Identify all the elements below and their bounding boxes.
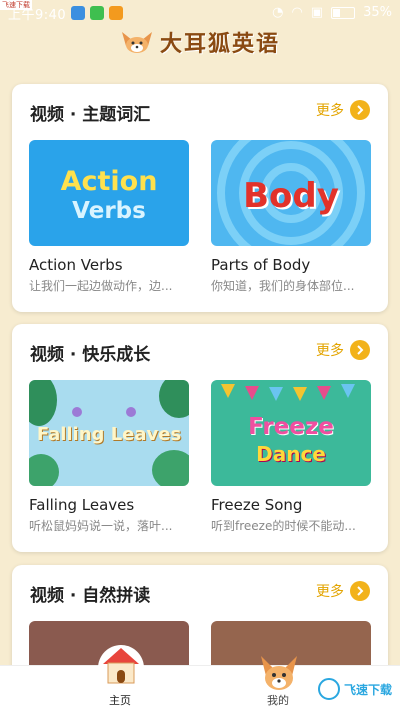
battery-percent: 35% — [363, 5, 392, 20]
nav-label: 我的 — [267, 694, 289, 707]
card-description: 听松鼠妈妈说一说，落叶... — [29, 519, 173, 533]
thumb-title-line2: Dance — [256, 442, 326, 466]
fox-icon — [261, 656, 297, 690]
card-description: 让我们一起边做动作，边... — [29, 279, 173, 293]
thumb-title-line1: Freeze — [248, 414, 334, 440]
bottom-nav: 主页 我的 飞速下载 — [0, 645, 400, 711]
chevron-right-icon — [350, 581, 370, 601]
video-card-parts-of-body[interactable]: Body Parts of Body 你知道，我们的身体部位... — [211, 140, 371, 294]
app-notification-icon-2 — [109, 6, 124, 20]
card-description: 听到freeze的时候不能动... — [211, 519, 356, 533]
wifi-icon: ◠ — [291, 5, 303, 20]
section-title: 视频 · 自然拼读 — [30, 586, 151, 606]
watermark-text: 飞速下载 — [343, 682, 392, 697]
thumb-title-line1: Action — [60, 166, 158, 197]
section-theme-vocabulary: 视频 · 主题词汇 更多 Action Verbs Action Verbs 让… — [12, 84, 388, 312]
video-card-falling-leaves[interactable]: Falling Leaves Falling Leaves 听松鼠妈妈说一说，落… — [29, 380, 189, 534]
battery-icon — [331, 6, 356, 19]
app-notification-icon — [90, 6, 105, 20]
status-right-icons: ◔ ◠ ▣ 35% — [272, 5, 392, 20]
nav-item-mine[interactable]: 我的 — [228, 656, 328, 711]
card-description: 你知道，我们的身体部位... — [211, 279, 355, 293]
video-thumbnail: Body — [211, 140, 371, 246]
thumb-title-line2: Verbs — [72, 198, 146, 224]
corner-watermark-label: 飞速下载 — [0, 0, 32, 10]
video-thumbnail: Falling Leaves — [29, 380, 189, 486]
nav-label: 主页 — [109, 694, 131, 707]
watermark-logo-icon — [317, 678, 340, 700]
chevron-right-icon — [350, 100, 370, 120]
video-thumbnail: Freeze Dance — [211, 380, 371, 486]
section-title: 视频 · 快乐成长 — [30, 345, 151, 365]
card-title: Action Verbs — [29, 256, 123, 274]
thumb-title: Body — [243, 176, 339, 216]
nav-item-home[interactable]: 主页 — [70, 645, 170, 711]
app-title: 大耳狐英语 — [159, 32, 280, 57]
more-label: 更多 — [316, 584, 344, 600]
site-watermark: 飞速下载 — [317, 678, 392, 700]
card-title: Parts of Body — [211, 256, 311, 274]
chevron-right-icon — [350, 340, 370, 360]
more-button[interactable]: 更多 — [316, 100, 370, 120]
more-button[interactable]: 更多 — [316, 581, 370, 601]
fox-logo-icon — [121, 32, 152, 53]
section-title: 视频 · 主题词汇 — [30, 105, 151, 125]
video-card-freeze-song[interactable]: Freeze Dance Freeze Song 听到freeze的时候不能动.… — [211, 380, 371, 534]
card-title: Falling Leaves — [29, 496, 135, 514]
sim-icon: ▣ — [310, 5, 324, 20]
section-happy-growth: 视频 · 快乐成长 更多 Falling Leaves Falling Leav… — [12, 324, 388, 552]
app-header: 大耳狐英语 — [0, 24, 400, 60]
more-button[interactable]: 更多 — [316, 340, 370, 360]
status-bar: 上午9:40 ◔ ◠ ▣ 35% — [0, 0, 400, 26]
more-label: 更多 — [316, 103, 344, 119]
video-card-action-verbs[interactable]: Action Verbs Action Verbs 让我们一起边做动作，边... — [29, 140, 189, 294]
card-title: Freeze Song — [211, 496, 303, 514]
more-label: 更多 — [316, 343, 344, 359]
video-thumbnail: Action Verbs — [29, 140, 189, 246]
thumb-title: Falling Leaves — [36, 424, 182, 445]
alarm-icon: ◔ — [272, 5, 284, 20]
house-icon — [98, 645, 144, 691]
shield-icon — [71, 6, 86, 20]
